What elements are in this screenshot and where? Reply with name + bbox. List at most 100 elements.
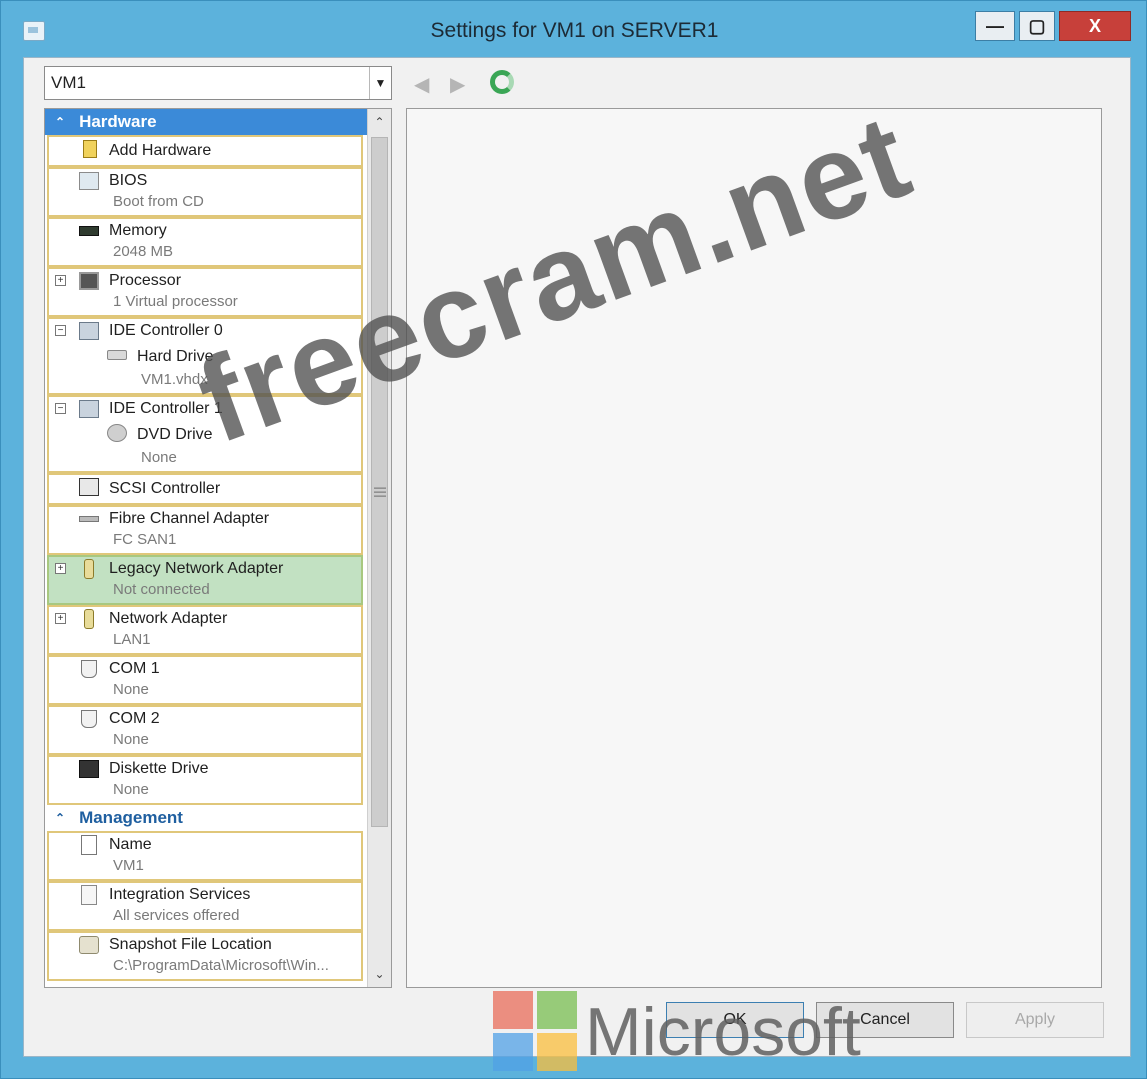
tree-item-label: Snapshot File Location bbox=[109, 936, 272, 953]
integration-services-icon bbox=[81, 885, 97, 905]
tree-item-sublabel: Boot from CD bbox=[113, 193, 204, 210]
tree-item-snapshot-file-location[interactable]: Snapshot File Location C:\ProgramData\Mi… bbox=[47, 931, 363, 981]
tree-item-label: DVD Drive bbox=[137, 426, 213, 443]
vm-selector-value: VM1 bbox=[51, 73, 86, 92]
network-adapter-icon bbox=[84, 559, 94, 579]
tree-item-ide-controller-0[interactable]: − IDE Controller 0 Hard Drive VM1.vhdx bbox=[47, 317, 363, 395]
tree-item-diskette-drive[interactable]: Diskette Drive None bbox=[47, 755, 363, 805]
details-pane bbox=[406, 108, 1102, 988]
tree-item-label: BIOS bbox=[109, 172, 148, 189]
tree-item-label: Network Adapter bbox=[109, 610, 228, 627]
tree-scrollbar[interactable]: ⌃ — — — ⌄ bbox=[367, 109, 391, 987]
tree-item-ide-controller-1[interactable]: − IDE Controller 1 DVD Drive None bbox=[47, 395, 363, 473]
tree-item-fibre-channel-adapter[interactable]: Fibre Channel Adapter FC SAN1 bbox=[47, 505, 363, 555]
tree-item-sublabel: VM1.vhdx bbox=[141, 371, 208, 388]
tree-item-integration-services[interactable]: Integration Services All services offere… bbox=[47, 881, 363, 931]
collapse-minus-icon[interactable]: − bbox=[55, 325, 66, 336]
settings-window: Settings for VM1 on SERVER1 — ▢ X VM1 ▼ … bbox=[0, 0, 1147, 1079]
com-port-icon bbox=[81, 710, 97, 728]
tree-item-label: IDE Controller 0 bbox=[109, 322, 223, 339]
back-arrow-icon[interactable]: ◀ bbox=[414, 72, 429, 97]
scrollbar-grip-icon: — — — bbox=[374, 480, 386, 502]
tree-item-com-2[interactable]: COM 2 None bbox=[47, 705, 363, 755]
tree-item-sublabel: None bbox=[141, 449, 177, 466]
tree-item-label: Memory bbox=[109, 222, 167, 239]
memory-icon bbox=[79, 226, 99, 236]
settings-tree: ⌃ Hardware Add Hardware BIOS Boot from C… bbox=[44, 108, 392, 988]
tree-item-label: IDE Controller 1 bbox=[109, 400, 223, 417]
refresh-icon[interactable] bbox=[490, 70, 514, 94]
name-icon bbox=[81, 835, 97, 855]
tree-item-sublabel: VM1 bbox=[113, 857, 144, 874]
tree-item-legacy-network-adapter[interactable]: + Legacy Network Adapter Not connected bbox=[47, 555, 363, 605]
bios-icon bbox=[79, 172, 99, 190]
tree-item-dvd-drive[interactable]: DVD Drive bbox=[49, 421, 361, 449]
tree-item-label: COM 2 bbox=[109, 710, 160, 727]
scroll-up-icon[interactable]: ⌃ bbox=[368, 111, 391, 133]
close-button[interactable]: X bbox=[1059, 11, 1131, 41]
dvd-drive-icon bbox=[107, 424, 127, 442]
snapshot-icon bbox=[79, 936, 99, 954]
collapse-chevron-icon[interactable]: ⌃ bbox=[55, 811, 65, 825]
ok-button[interactable]: OK bbox=[666, 1002, 804, 1038]
tree-item-label: Hard Drive bbox=[137, 348, 214, 365]
scsi-controller-icon bbox=[79, 478, 99, 496]
ide-controller-icon bbox=[79, 322, 99, 340]
tree-item-memory[interactable]: Memory 2048 MB bbox=[47, 217, 363, 267]
hardware-section-header[interactable]: ⌃ Hardware bbox=[45, 109, 391, 135]
tree-item-label: Fibre Channel Adapter bbox=[109, 510, 270, 527]
tree-item-sublabel: All services offered bbox=[113, 907, 240, 924]
tree-item-add-hardware[interactable]: Add Hardware bbox=[47, 135, 363, 167]
collapse-chevron-icon[interactable]: ⌃ bbox=[55, 115, 65, 129]
tree-item-hard-drive[interactable]: Hard Drive bbox=[49, 343, 361, 371]
expand-plus-icon[interactable]: + bbox=[55, 275, 66, 286]
tree-item-label: COM 1 bbox=[109, 660, 160, 677]
fibre-channel-icon bbox=[79, 516, 99, 522]
tree-item-label: Name bbox=[109, 836, 152, 853]
tree-item-label: SCSI Controller bbox=[109, 480, 221, 497]
management-section-header[interactable]: ⌃ Management bbox=[45, 805, 391, 831]
tree-item-sublabel: None bbox=[113, 731, 149, 748]
chevron-down-icon[interactable]: ▼ bbox=[369, 67, 391, 99]
microsoft-logo-icon bbox=[493, 991, 579, 1073]
vm-selector-dropdown[interactable]: VM1 ▼ bbox=[44, 66, 392, 100]
hard-drive-icon bbox=[107, 350, 127, 360]
floppy-disk-icon bbox=[79, 760, 99, 778]
tree-item-label: Legacy Network Adapter bbox=[109, 560, 284, 577]
processor-icon bbox=[79, 272, 99, 290]
tree-item-network-adapter[interactable]: + Network Adapter LAN1 bbox=[47, 605, 363, 655]
com-port-icon bbox=[81, 660, 97, 678]
tree-item-sublabel: FC SAN1 bbox=[113, 531, 177, 548]
tree-item-sublabel: LAN1 bbox=[113, 631, 151, 648]
minimize-button[interactable]: — bbox=[975, 11, 1015, 41]
forward-arrow-icon[interactable]: ▶ bbox=[450, 72, 465, 97]
tree-item-name[interactable]: Name VM1 bbox=[47, 831, 363, 881]
management-section-label: Management bbox=[79, 808, 183, 827]
tree-item-label: Add Hardware bbox=[109, 142, 212, 159]
collapse-minus-icon[interactable]: − bbox=[55, 403, 66, 414]
tree-item-com-1[interactable]: COM 1 None bbox=[47, 655, 363, 705]
tree-item-scsi-controller[interactable]: SCSI Controller bbox=[47, 473, 363, 505]
tree-item-sublabel: None bbox=[113, 781, 149, 798]
ide-controller-icon bbox=[79, 400, 99, 418]
tree-item-bios[interactable]: BIOS Boot from CD bbox=[47, 167, 363, 217]
tree-item-label: Diskette Drive bbox=[109, 760, 209, 777]
cancel-button[interactable]: Cancel bbox=[816, 1002, 954, 1038]
tree-item-label: Processor bbox=[109, 272, 182, 289]
hardware-section-label: Hardware bbox=[79, 112, 157, 131]
apply-button[interactable]: Apply bbox=[966, 1002, 1104, 1038]
tree-item-sublabel: C:\ProgramData\Microsoft\Win... bbox=[113, 957, 329, 974]
tree-item-processor[interactable]: + Processor 1 Virtual processor bbox=[47, 267, 363, 317]
maximize-button[interactable]: ▢ bbox=[1019, 11, 1055, 41]
tree-item-sublabel: 2048 MB bbox=[113, 243, 174, 260]
add-hardware-icon bbox=[83, 140, 97, 158]
tree-item-label: Integration Services bbox=[109, 886, 251, 903]
title-bar: Settings for VM1 on SERVER1 — ▢ X bbox=[1, 1, 1147, 57]
scroll-down-icon[interactable]: ⌄ bbox=[368, 963, 391, 985]
network-adapter-icon bbox=[84, 609, 94, 629]
tree-item-sublabel: Not connected bbox=[113, 581, 210, 598]
expand-plus-icon[interactable]: + bbox=[55, 613, 66, 624]
expand-plus-icon[interactable]: + bbox=[55, 563, 66, 574]
client-area: VM1 ▼ ◀ ▶ ⌃ Hardware Add Hardware BIOS B… bbox=[23, 57, 1131, 1057]
tree-item-sublabel: 1 Virtual processor bbox=[113, 293, 238, 310]
